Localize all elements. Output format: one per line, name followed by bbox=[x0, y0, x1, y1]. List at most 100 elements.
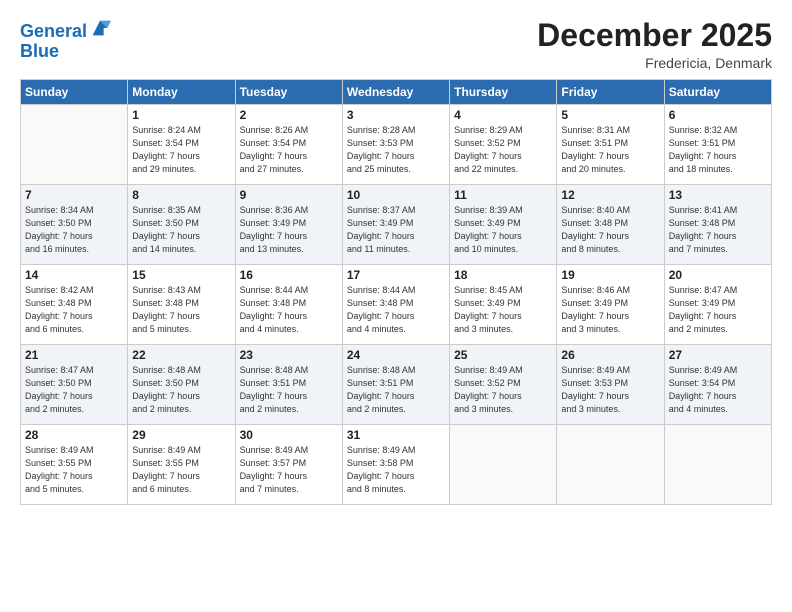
table-row: 17 Sunrise: 8:44 AM Sunset: 3:48 PM Dayli… bbox=[342, 265, 449, 345]
day-info: Sunrise: 8:47 AM Sunset: 3:50 PM Dayligh… bbox=[25, 364, 123, 416]
table-row: 21 Sunrise: 8:47 AM Sunset: 3:50 PM Dayli… bbox=[21, 345, 128, 425]
day-number: 11 bbox=[454, 188, 552, 202]
day-info: Sunrise: 8:26 AM Sunset: 3:54 PM Dayligh… bbox=[240, 124, 338, 176]
table-row: 2 Sunrise: 8:26 AM Sunset: 3:54 PM Daylig… bbox=[235, 105, 342, 185]
calendar-week-row: 1Sunrise: 8:24 AM Sunset: 3:54 PM Daylig… bbox=[21, 105, 772, 185]
table-row: 14 Sunrise: 8:42 AM Sunset: 3:48 PM Dayli… bbox=[21, 265, 128, 345]
day-info: Sunrise: 8:42 AM Sunset: 3:48 PM Dayligh… bbox=[25, 284, 123, 336]
day-number: 14 bbox=[25, 268, 123, 282]
day-number: 25 bbox=[454, 348, 552, 362]
day-info: Sunrise: 8:45 AM Sunset: 3:49 PM Dayligh… bbox=[454, 284, 552, 336]
day-number: 21 bbox=[25, 348, 123, 362]
day-number: 3 bbox=[347, 108, 445, 122]
table-row: 29Sunrise: 8:49 AM Sunset: 3:55 PM Dayli… bbox=[128, 425, 235, 505]
table-row: 16 Sunrise: 8:44 AM Sunset: 3:48 PM Dayli… bbox=[235, 265, 342, 345]
day-info: Sunrise: 8:44 AM Sunset: 3:48 PM Dayligh… bbox=[347, 284, 445, 336]
table-row: 28 Sunrise: 8:49 AM Sunset: 3:55 PM Dayli… bbox=[21, 425, 128, 505]
day-number: 20 bbox=[669, 268, 767, 282]
calendar-week-row: 14 Sunrise: 8:42 AM Sunset: 3:48 PM Dayli… bbox=[21, 265, 772, 345]
table-row bbox=[450, 425, 557, 505]
day-info: Sunrise: 8:49 AM Sunset: 3:52 PM Dayligh… bbox=[454, 364, 552, 416]
day-info: Sunrise: 8:49 AM Sunset: 3:55 PM Dayligh… bbox=[25, 444, 123, 496]
day-info: Sunrise: 8:32 AM Sunset: 3:51 PM Dayligh… bbox=[669, 124, 767, 176]
day-number: 29 bbox=[132, 428, 230, 442]
table-row bbox=[21, 105, 128, 185]
table-row: 1Sunrise: 8:24 AM Sunset: 3:54 PM Daylig… bbox=[128, 105, 235, 185]
day-info: Sunrise: 8:41 AM Sunset: 3:48 PM Dayligh… bbox=[669, 204, 767, 256]
day-info: Sunrise: 8:49 AM Sunset: 3:57 PM Dayligh… bbox=[240, 444, 338, 496]
table-row: 15Sunrise: 8:43 AM Sunset: 3:48 PM Dayli… bbox=[128, 265, 235, 345]
table-row: 3 Sunrise: 8:28 AM Sunset: 3:53 PM Daylig… bbox=[342, 105, 449, 185]
day-number: 28 bbox=[25, 428, 123, 442]
month-title: December 2025 bbox=[537, 18, 772, 53]
logo: General Blue bbox=[20, 22, 111, 62]
day-info: Sunrise: 8:46 AM Sunset: 3:49 PM Dayligh… bbox=[561, 284, 659, 336]
day-info: Sunrise: 8:48 AM Sunset: 3:50 PM Dayligh… bbox=[132, 364, 230, 416]
day-info: Sunrise: 8:47 AM Sunset: 3:49 PM Dayligh… bbox=[669, 284, 767, 336]
day-info: Sunrise: 8:29 AM Sunset: 3:52 PM Dayligh… bbox=[454, 124, 552, 176]
table-row: 13Sunrise: 8:41 AM Sunset: 3:48 PM Dayli… bbox=[664, 185, 771, 265]
day-number: 24 bbox=[347, 348, 445, 362]
day-info: Sunrise: 8:43 AM Sunset: 3:48 PM Dayligh… bbox=[132, 284, 230, 336]
day-number: 27 bbox=[669, 348, 767, 362]
col-wednesday: Wednesday bbox=[342, 80, 449, 105]
day-number: 9 bbox=[240, 188, 338, 202]
table-row: 4 Sunrise: 8:29 AM Sunset: 3:52 PM Daylig… bbox=[450, 105, 557, 185]
day-info: Sunrise: 8:28 AM Sunset: 3:53 PM Dayligh… bbox=[347, 124, 445, 176]
table-row: 25 Sunrise: 8:49 AM Sunset: 3:52 PM Dayli… bbox=[450, 345, 557, 425]
table-row: 30 Sunrise: 8:49 AM Sunset: 3:57 PM Dayli… bbox=[235, 425, 342, 505]
logo-text-line2: Blue bbox=[20, 42, 111, 62]
col-saturday: Saturday bbox=[664, 80, 771, 105]
day-info: Sunrise: 8:40 AM Sunset: 3:48 PM Dayligh… bbox=[561, 204, 659, 256]
day-number: 2 bbox=[240, 108, 338, 122]
col-thursday: Thursday bbox=[450, 80, 557, 105]
calendar-week-row: 28 Sunrise: 8:49 AM Sunset: 3:55 PM Dayli… bbox=[21, 425, 772, 505]
day-number: 31 bbox=[347, 428, 445, 442]
title-block: December 2025 Fredericia, Denmark bbox=[537, 18, 772, 71]
table-row: 12 Sunrise: 8:40 AM Sunset: 3:48 PM Dayli… bbox=[557, 185, 664, 265]
day-info: Sunrise: 8:35 AM Sunset: 3:50 PM Dayligh… bbox=[132, 204, 230, 256]
col-sunday: Sunday bbox=[21, 80, 128, 105]
day-info: Sunrise: 8:49 AM Sunset: 3:53 PM Dayligh… bbox=[561, 364, 659, 416]
page: General Blue December 2025 Fredericia, D… bbox=[0, 0, 792, 612]
day-number: 23 bbox=[240, 348, 338, 362]
table-row: 22Sunrise: 8:48 AM Sunset: 3:50 PM Dayli… bbox=[128, 345, 235, 425]
table-row bbox=[557, 425, 664, 505]
calendar-header-row: Sunday Monday Tuesday Wednesday Thursday… bbox=[21, 80, 772, 105]
day-info: Sunrise: 8:48 AM Sunset: 3:51 PM Dayligh… bbox=[347, 364, 445, 416]
day-number: 6 bbox=[669, 108, 767, 122]
day-info: Sunrise: 8:44 AM Sunset: 3:48 PM Dayligh… bbox=[240, 284, 338, 336]
day-number: 12 bbox=[561, 188, 659, 202]
table-row: 26Sunrise: 8:49 AM Sunset: 3:53 PM Dayli… bbox=[557, 345, 664, 425]
logo-text-line1: General bbox=[20, 22, 87, 42]
day-info: Sunrise: 8:39 AM Sunset: 3:49 PM Dayligh… bbox=[454, 204, 552, 256]
day-number: 18 bbox=[454, 268, 552, 282]
table-row: 24 Sunrise: 8:48 AM Sunset: 3:51 PM Dayli… bbox=[342, 345, 449, 425]
col-friday: Friday bbox=[557, 80, 664, 105]
day-info: Sunrise: 8:24 AM Sunset: 3:54 PM Dayligh… bbox=[132, 124, 230, 176]
day-number: 17 bbox=[347, 268, 445, 282]
day-info: Sunrise: 8:49 AM Sunset: 3:54 PM Dayligh… bbox=[669, 364, 767, 416]
table-row: 11 Sunrise: 8:39 AM Sunset: 3:49 PM Dayli… bbox=[450, 185, 557, 265]
header: General Blue December 2025 Fredericia, D… bbox=[20, 18, 772, 71]
day-info: Sunrise: 8:34 AM Sunset: 3:50 PM Dayligh… bbox=[25, 204, 123, 256]
table-row: 18 Sunrise: 8:45 AM Sunset: 3:49 PM Dayli… bbox=[450, 265, 557, 345]
calendar-week-row: 21 Sunrise: 8:47 AM Sunset: 3:50 PM Dayli… bbox=[21, 345, 772, 425]
col-tuesday: Tuesday bbox=[235, 80, 342, 105]
day-number: 8 bbox=[132, 188, 230, 202]
day-number: 10 bbox=[347, 188, 445, 202]
day-number: 16 bbox=[240, 268, 338, 282]
table-row: 10Sunrise: 8:37 AM Sunset: 3:49 PM Dayli… bbox=[342, 185, 449, 265]
col-monday: Monday bbox=[128, 80, 235, 105]
table-row: 5Sunrise: 8:31 AM Sunset: 3:51 PM Daylig… bbox=[557, 105, 664, 185]
day-number: 30 bbox=[240, 428, 338, 442]
table-row: 23 Sunrise: 8:48 AM Sunset: 3:51 PM Dayli… bbox=[235, 345, 342, 425]
day-info: Sunrise: 8:48 AM Sunset: 3:51 PM Dayligh… bbox=[240, 364, 338, 416]
day-number: 4 bbox=[454, 108, 552, 122]
table-row: 9Sunrise: 8:36 AM Sunset: 3:49 PM Daylig… bbox=[235, 185, 342, 265]
table-row: 27 Sunrise: 8:49 AM Sunset: 3:54 PM Dayli… bbox=[664, 345, 771, 425]
day-info: Sunrise: 8:31 AM Sunset: 3:51 PM Dayligh… bbox=[561, 124, 659, 176]
day-number: 7 bbox=[25, 188, 123, 202]
table-row: 8 Sunrise: 8:35 AM Sunset: 3:50 PM Daylig… bbox=[128, 185, 235, 265]
calendar-table: Sunday Monday Tuesday Wednesday Thursday… bbox=[20, 79, 772, 505]
